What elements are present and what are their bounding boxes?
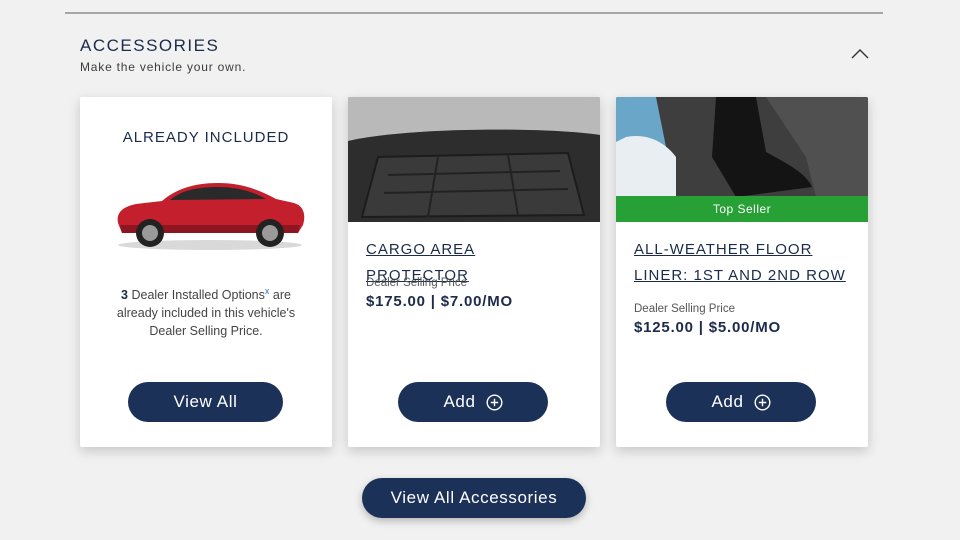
already-included-heading: ALREADY INCLUDED xyxy=(122,129,290,146)
vehicle-image xyxy=(117,183,305,250)
add-floor-liner-button[interactable]: Add xyxy=(666,382,816,422)
plus-circle-icon xyxy=(486,393,503,411)
included-text-part1: Dealer Installed Options xyxy=(128,288,265,303)
top-divider xyxy=(65,12,883,14)
cargo-protector-image xyxy=(348,97,600,222)
cargo-area-protector-card: CARGO AREA PROTECTOR Dealer Selling Pric… xyxy=(348,97,600,447)
section-title: ACCESSORIES xyxy=(80,36,220,55)
view-all-included-button[interactable]: View All xyxy=(128,382,283,422)
section-subtitle: Make the vehicle your own. xyxy=(80,60,247,74)
view-all-label: View All xyxy=(173,392,238,411)
cargo-price: $175.00 | $7.00/MO xyxy=(366,293,514,310)
floor-liner-title[interactable]: ALL-WEATHER FLOOR LINER: 1ST AND 2ND ROW xyxy=(634,237,850,289)
plus-circle-icon xyxy=(754,393,771,411)
add-label: Add xyxy=(443,392,476,411)
add-label: Add xyxy=(711,392,744,411)
included-count: 3 xyxy=(121,288,128,303)
already-included-card: ALREADY INCLUDED 3 Dealer Installed Opti… xyxy=(80,97,332,447)
floor-price: $125.00 | $5.00/MO xyxy=(634,319,782,336)
top-seller-badge: Top Seller xyxy=(616,196,868,222)
cargo-price-label: Dealer Selling Price xyxy=(366,277,467,289)
floor-liner-card: Top Seller ALL-WEATHER FLOOR LINER: 1ST … xyxy=(616,97,868,447)
collapse-button[interactable] xyxy=(848,44,872,64)
view-all-accessories-label: View All Accessories xyxy=(390,488,558,507)
view-all-accessories-button[interactable]: View All Accessories xyxy=(362,478,586,518)
add-cargo-protector-button[interactable]: Add xyxy=(398,382,548,422)
chevron-up-icon xyxy=(851,49,869,59)
included-options-text: 3 Dealer Installed Optionsx are already … xyxy=(102,282,310,340)
floor-price-label: Dealer Selling Price xyxy=(634,303,735,315)
